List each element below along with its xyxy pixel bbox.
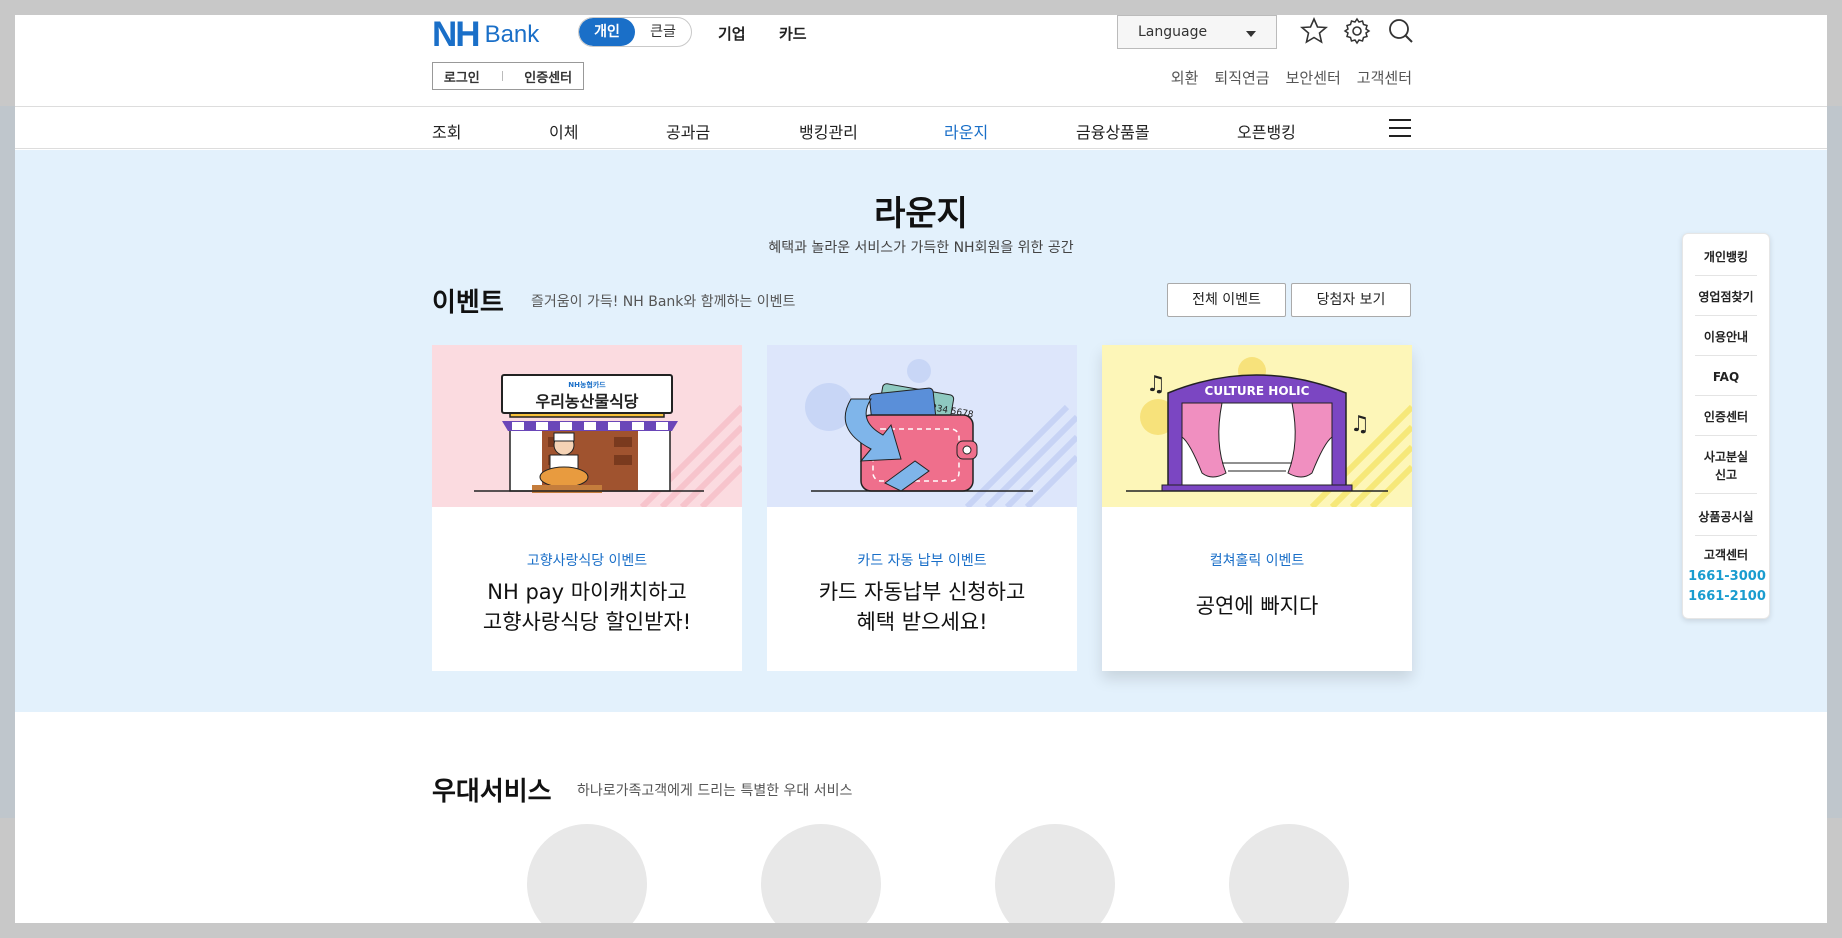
card-category: 컬쳐홀릭 이벤트 [1209, 553, 1305, 569]
side-strip [0, 106, 15, 818]
language-select[interactable]: Language [1117, 15, 1277, 49]
lounge-section: 라운지 혜택과 놀라운 서비스가 가득한 NH회원을 위한 공간 이벤트 즐거움… [15, 150, 1827, 712]
nav-inquiry[interactable]: 조회 [432, 119, 461, 143]
benefit-item[interactable] [1229, 824, 1349, 923]
cert-center-link[interactable]: 인증센터 [524, 67, 572, 86]
util-forex[interactable]: 외환 [1171, 67, 1199, 88]
quick-product-notice[interactable]: 상품공시실 [1693, 508, 1759, 526]
personal-toggle[interactable]: 개인 [579, 18, 635, 46]
event-card-culture[interactable]: ♫ ♫ CULTURE HOLIC 컬쳐홀릭 이벤트 공연에 빠지다 [1102, 345, 1412, 671]
svg-text:♫: ♫ [1146, 372, 1166, 397]
login-link[interactable]: 로그인 [444, 67, 480, 86]
gear-icon[interactable] [1343, 17, 1371, 45]
login-box: 로그인 인증센터 [432, 62, 584, 90]
star-icon[interactable] [1300, 17, 1328, 45]
chevron-down-icon [1246, 31, 1256, 37]
font-size-toggle: 개인 큰글 [578, 17, 692, 47]
event-card-autopay[interactable]: 1234 5678 카드 자동 납부 이벤트 카드 자동납부 신청하고 혜택 받… [767, 345, 1077, 671]
all-events-button[interactable]: 전체 이벤트 [1167, 283, 1286, 317]
side-strip-right [1827, 106, 1842, 818]
tel-number-1[interactable]: 1661-3000 [1683, 569, 1771, 584]
card-category: 고향사랑식당 이벤트 [526, 553, 648, 569]
card-headline: 카드 자동납부 신청하고 혜택 받으세요! [818, 580, 1026, 634]
util-customer[interactable]: 고객센터 [1357, 67, 1412, 88]
util-security[interactable]: 보안센터 [1286, 67, 1341, 88]
util-pension[interactable]: 퇴직연금 [1214, 67, 1269, 88]
quick-branch-finder[interactable]: 영업점찾기 [1693, 288, 1759, 306]
events-subheading: 즐거움이 가득! NH Bank와 함께하는 이벤트 [531, 294, 796, 310]
search-icon[interactable] [1387, 17, 1415, 45]
nav-products[interactable]: 금융상품몰 [1076, 119, 1150, 143]
event-card-restaurant[interactable]: NH농협카드 우리농산물식당 고향사랑식당 이벤트 NH pay 마이캐치하고 … [432, 345, 742, 671]
nav-open-banking[interactable]: 오픈뱅킹 [1237, 119, 1296, 143]
logo-bank-text: Bank [484, 21, 540, 48]
quick-divider [1695, 315, 1757, 316]
nav-lounge[interactable]: 라운지 [944, 119, 988, 143]
nh-bank-logo[interactable]: NH Bank [432, 15, 540, 54]
benefit-item[interactable] [995, 824, 1115, 923]
quick-loss-report[interactable]: 사고분실 신고 [1693, 448, 1759, 484]
stage-illustration: ♫ ♫ CULTURE HOLIC [1102, 345, 1412, 507]
nav-transfer[interactable]: 이체 [549, 119, 578, 143]
events-heading: 이벤트 [432, 288, 504, 318]
benefits-section: 우대서비스 하나로가족고객에게 드리는 특별한 우대 서비스 [15, 712, 1827, 923]
quick-divider [1695, 355, 1757, 356]
quick-divider [1695, 535, 1757, 536]
svg-text:♫: ♫ [1350, 412, 1370, 437]
nav-banking-mgmt[interactable]: 뱅킹관리 [799, 119, 858, 143]
benefits-subheading: 하나로가족고객에게 드리는 특별한 우대 서비스 [577, 783, 853, 799]
benefit-item[interactable] [527, 824, 647, 923]
page-title: 라운지 [874, 194, 968, 234]
quick-menu: 개인뱅킹 영업점찾기 이용안내 FAQ 인증센터 사고분실 신고 상품공시실 고… [1682, 233, 1770, 619]
sign-big-text: 우리농산물식당 [535, 392, 638, 411]
card-headline: NH pay 마이캐치하고 고향사랑식당 할인받자! [482, 580, 692, 634]
sign-small-text: NH농협카드 [568, 380, 606, 389]
tel-number-2[interactable]: 1661-2100 [1683, 589, 1771, 604]
quick-divider [1695, 493, 1757, 494]
menu-business[interactable]: 기업 [718, 23, 746, 44]
main-nav: 조회 이체 공과금 뱅킹관리 라운지 금융상품몰 오픈뱅킹 [15, 106, 1827, 149]
menu-card[interactable]: 카드 [779, 23, 807, 44]
utility-links: 외환 퇴직연금 보안센터 고객센터 [1171, 67, 1412, 88]
restaurant-illustration: NH농협카드 우리농산물식당 [432, 345, 742, 507]
language-label: Language [1138, 24, 1208, 40]
top-header: NH Bank 개인 큰글 기업 카드 Language 로그인 인증센터 외환… [15, 15, 1827, 107]
card-headline: 공연에 빠지다 [1195, 594, 1319, 618]
stage-sign-text: CULTURE HOLIC [1205, 384, 1310, 398]
logo-nh-text: NH [432, 15, 481, 54]
large-text-toggle[interactable]: 큰글 [635, 18, 691, 46]
benefit-item[interactable] [761, 824, 881, 923]
quick-customer-center[interactable]: 고객센터 [1693, 546, 1759, 564]
quick-guide[interactable]: 이용안내 [1693, 328, 1759, 346]
card-category: 카드 자동 납부 이벤트 [857, 553, 987, 569]
quick-divider [1695, 395, 1757, 396]
login-divider [501, 71, 503, 81]
quick-personal-banking[interactable]: 개인뱅킹 [1693, 248, 1759, 266]
quick-faq[interactable]: FAQ [1693, 368, 1759, 386]
quick-divider [1695, 275, 1757, 276]
page-frame: NH Bank 개인 큰글 기업 카드 Language 로그인 인증센터 외환… [15, 15, 1827, 923]
benefits-heading: 우대서비스 [432, 777, 552, 807]
wallet-illustration: 1234 5678 [767, 345, 1077, 507]
hamburger-menu-icon[interactable] [1389, 119, 1411, 137]
winners-button[interactable]: 당첨자 보기 [1291, 283, 1411, 317]
quick-divider [1695, 435, 1757, 436]
page-subtitle: 혜택과 놀라운 서비스가 가득한 NH회원을 위한 공간 [768, 240, 1074, 256]
nav-utility-bills[interactable]: 공과금 [666, 119, 710, 143]
quick-cert-center[interactable]: 인증센터 [1693, 408, 1759, 426]
